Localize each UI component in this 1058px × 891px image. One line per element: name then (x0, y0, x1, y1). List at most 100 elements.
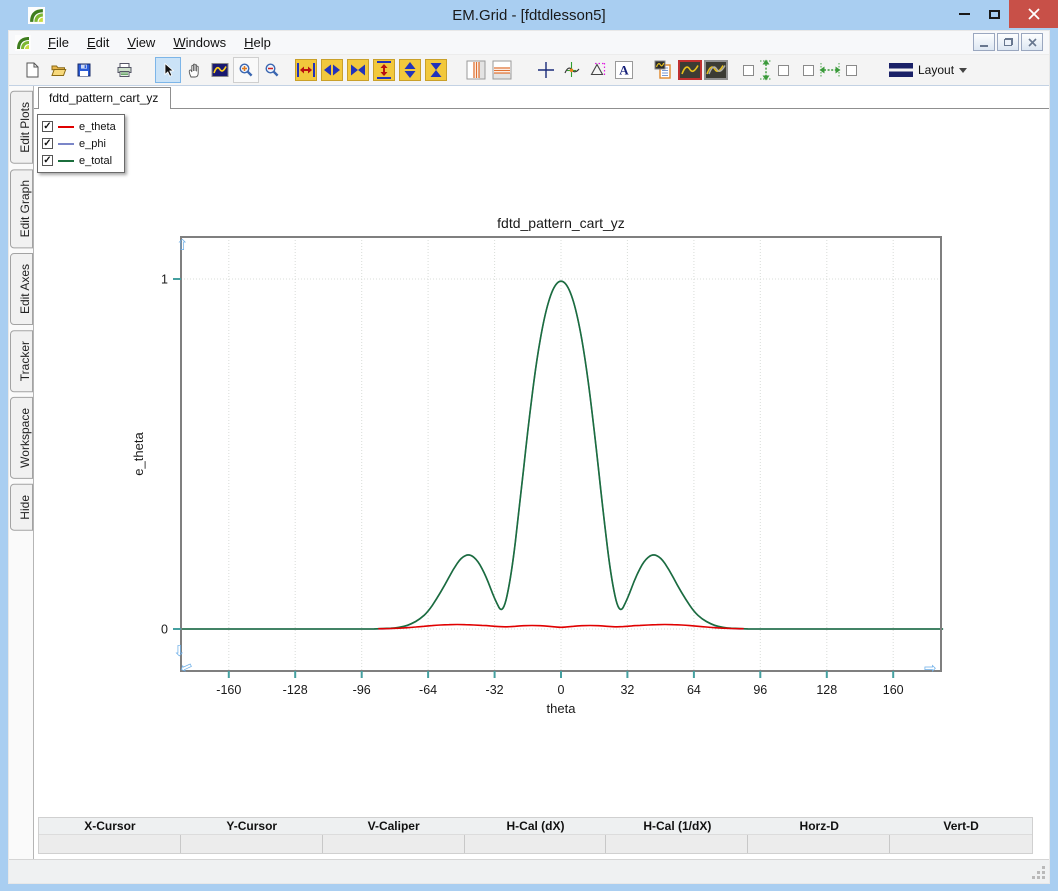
x-tick-label: 64 (687, 683, 701, 697)
edit-plot-icon[interactable] (677, 57, 703, 83)
horizontal-markers-icon[interactable] (489, 57, 515, 83)
zoom-box-icon[interactable] (207, 57, 233, 83)
maximize-button[interactable] (979, 0, 1009, 28)
fit-height-control[interactable] (743, 59, 789, 81)
mdi-close-icon (1028, 38, 1037, 47)
statusbar (9, 859, 1049, 883)
y-axis-label: e_theta (131, 432, 146, 476)
legend-checkbox-e-phi[interactable]: ✓ (42, 138, 53, 149)
readout-value-x-cursor (39, 835, 181, 853)
app-frame: File Edit View Windows Help (8, 30, 1050, 884)
layout-label: Layout (918, 63, 954, 77)
pan-right-arrow-icon[interactable]: ⇨ (924, 661, 937, 676)
sidebar-tab-workspace[interactable]: Workspace (10, 397, 33, 479)
legend-checkbox-e-total[interactable]: ✓ (42, 155, 53, 166)
chevron-down-icon (959, 68, 967, 77)
legend-line-sample-e-phi (58, 143, 74, 145)
sidebar-tab-edit-axes[interactable]: Edit Axes (10, 253, 33, 325)
pan-up-arrow-icon[interactable]: ⇧ (176, 238, 189, 253)
readout-header-h-cal-1dx: H-Cal (1/dX) (606, 818, 748, 835)
x-tick-label: 128 (816, 683, 837, 697)
legend-row-e-theta: ✓ e_theta (42, 118, 116, 135)
close-icon (1028, 8, 1040, 20)
toolbar: A Layout (9, 55, 1049, 86)
series-curve-e_theta (378, 625, 743, 629)
pan-hand-icon[interactable] (181, 57, 207, 83)
mdi-close-button[interactable] (1021, 33, 1043, 51)
layout-button[interactable]: Layout (883, 60, 973, 80)
fit-height-box-right-icon (778, 65, 789, 76)
readout-header-y-cursor: Y-Cursor (181, 818, 323, 835)
readout-header-vert-d: Vert-D (890, 818, 1032, 835)
close-button[interactable] (1009, 0, 1058, 28)
scale-x-icon[interactable] (321, 59, 343, 81)
menu-file[interactable]: File (39, 32, 78, 53)
new-file-icon[interactable] (19, 57, 45, 83)
compress-y-icon[interactable] (425, 59, 447, 81)
fit-width-control[interactable] (803, 62, 857, 78)
readout-value-v-caliper (323, 835, 465, 853)
select-cursor-icon[interactable] (155, 57, 181, 83)
plot-region: ✓ e_theta ✓ e_phi ✓ e_total (34, 109, 1049, 817)
legend-checkbox-e-theta[interactable]: ✓ (42, 121, 53, 132)
sidebar-tab-edit-plots[interactable]: Edit Plots (10, 91, 33, 164)
x-tick-label: 160 (883, 683, 904, 697)
caliper-icon[interactable] (585, 57, 611, 83)
fit-width-arrow-icon (819, 62, 841, 78)
readout-headers: X-Cursor Y-Cursor V-Caliper H-Cal (dX) H… (39, 818, 1032, 835)
readout-header-v-caliper: V-Caliper (323, 818, 465, 835)
tracker-icon[interactable] (559, 57, 585, 83)
crosshair-icon[interactable] (533, 57, 559, 83)
fit-width-box-right-icon (846, 65, 857, 76)
x-tick-label: 32 (620, 683, 634, 697)
overlay-plots-icon[interactable] (703, 57, 729, 83)
y-tick-label: 0 (161, 623, 168, 637)
app-logo-icon (15, 35, 31, 51)
open-folder-icon[interactable] (45, 57, 71, 83)
print-icon[interactable] (111, 57, 137, 83)
menu-windows[interactable]: Windows (164, 32, 235, 53)
vertical-markers-icon[interactable] (463, 57, 489, 83)
window-title: EM.Grid - [fdtdlesson5] (0, 7, 1058, 24)
readout-value-horz-d (748, 835, 890, 853)
x-tick-label: 0 (558, 683, 565, 697)
save-icon[interactable] (71, 57, 97, 83)
side-tab-strip: Edit Plots Edit Graph Edit Axes Tracker … (9, 86, 34, 859)
readout-header-x-cursor: X-Cursor (39, 818, 181, 835)
maximize-icon (989, 10, 1000, 19)
readout-value-h-cal-1dx (606, 835, 748, 853)
y-tick-label: 1 (161, 273, 168, 287)
pan-down-arrow-icon[interactable]: ⇩ (173, 644, 186, 659)
legend-label-e-phi: e_phi (79, 138, 106, 150)
sidebar-tab-hide[interactable]: Hide (10, 484, 33, 531)
mdi-minimize-button[interactable] (973, 33, 995, 51)
menubar: File Edit View Windows Help (9, 31, 1049, 55)
fit-height-arrow-icon (759, 59, 773, 81)
minimize-button[interactable] (949, 0, 979, 28)
zoom-out-icon[interactable] (259, 57, 285, 83)
legend-label-e-total: e_total (79, 155, 112, 167)
x-axis-label: theta (547, 701, 577, 716)
plot-report-icon[interactable] (651, 57, 677, 83)
compress-x-icon[interactable] (347, 59, 369, 81)
expand-y-icon[interactable] (373, 59, 395, 81)
x-tick-label: -32 (486, 683, 504, 697)
svg-text:A: A (619, 63, 629, 78)
sidebar-tab-tracker[interactable]: Tracker (10, 330, 33, 392)
menu-edit[interactable]: Edit (78, 32, 118, 53)
x-tick-label: -96 (353, 683, 371, 697)
text-annotation-icon[interactable]: A (611, 57, 637, 83)
resize-grip-icon[interactable] (1033, 867, 1045, 879)
expand-x-icon[interactable] (295, 59, 317, 81)
mdi-restore-button[interactable] (997, 33, 1019, 51)
x-tick-label: 96 (753, 683, 767, 697)
tab-fdtd-pattern-cart-yz[interactable]: fdtd_pattern_cart_yz (38, 87, 171, 109)
menu-view[interactable]: View (118, 32, 164, 53)
sidebar-tab-edit-graph[interactable]: Edit Graph (10, 169, 33, 248)
scale-y-icon[interactable] (399, 59, 421, 81)
plot-canvas[interactable]: -160-128-96-64-32032649612816001thetae_t… (131, 209, 961, 719)
menu-help[interactable]: Help (235, 32, 280, 53)
zoom-in-icon[interactable] (233, 57, 259, 83)
document-area: fdtd_pattern_cart_yz ✓ e_theta ✓ e (34, 86, 1049, 859)
readout-value-y-cursor (181, 835, 323, 853)
